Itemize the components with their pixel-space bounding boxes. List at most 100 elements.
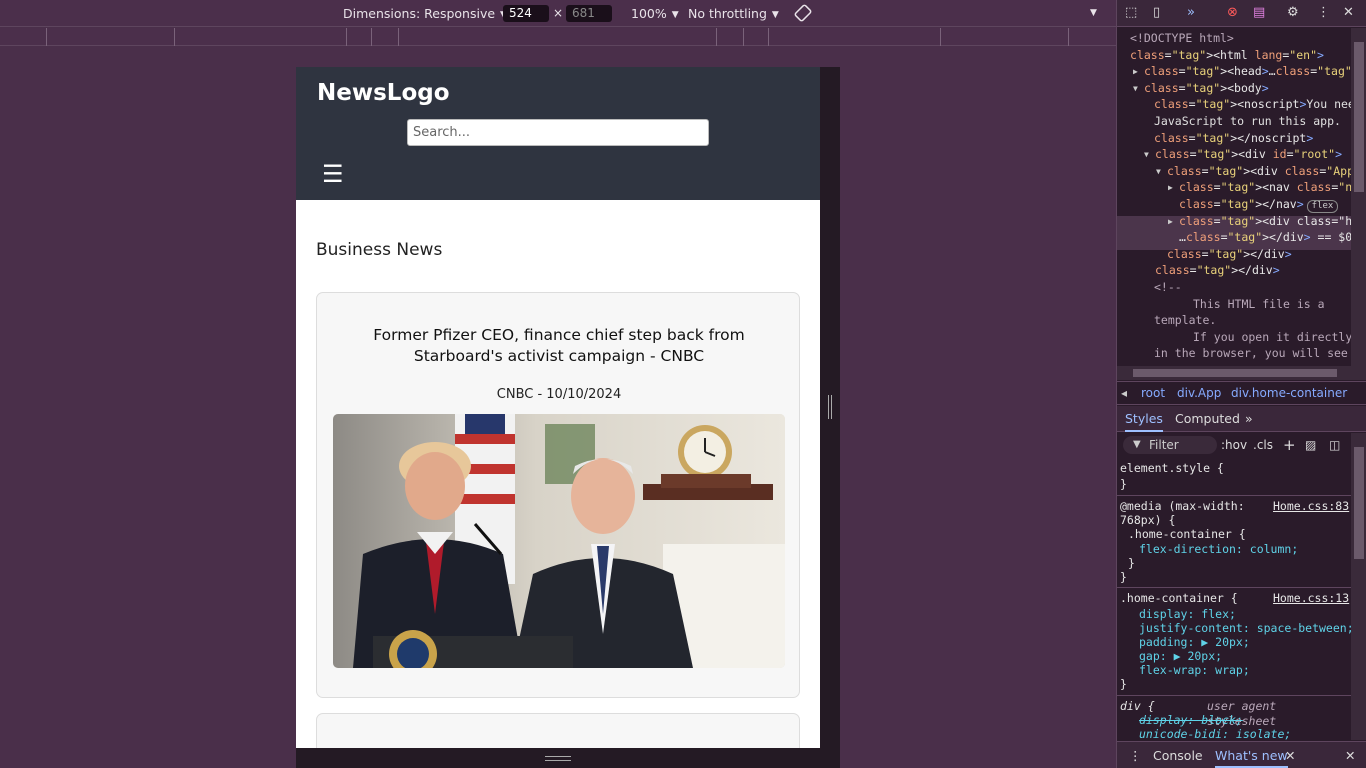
- dom-tree-line[interactable]: …class="tag"></div> == $0flex: [1179, 229, 1351, 246]
- viewport-height-resize-handle[interactable]: [296, 748, 840, 768]
- dom-tree-line[interactable]: class="tag"></noscript>: [1154, 130, 1313, 147]
- news-card[interactable]: Former Pfizer CEO, finance chief step ba…: [316, 292, 800, 698]
- breadcrumb-item[interactable]: div.App: [1177, 382, 1221, 404]
- dom-tree-line[interactable]: class="tag"></div>: [1167, 246, 1292, 263]
- css-source-link[interactable]: Home.css:13: [1273, 591, 1349, 606]
- kebab-menu-icon[interactable]: ⋮: [1129, 742, 1142, 768]
- expand-arrow-icon[interactable]: ▶: [1168, 179, 1173, 196]
- breadcrumb-back-icon[interactable]: ◂: [1121, 382, 1127, 404]
- tab-styles[interactable]: Styles: [1125, 406, 1163, 432]
- dom-tree-line[interactable]: class="tag"></div>: [1155, 262, 1280, 279]
- add-rule-icon[interactable]: +: [1283, 433, 1296, 457]
- site-logo[interactable]: NewsLogo: [317, 80, 450, 106]
- style-rule-line[interactable]: flex-wrap: wrap;: [1139, 663, 1250, 678]
- style-rule-line[interactable]: element.style {: [1120, 461, 1224, 476]
- more-tabs-icon[interactable]: »: [1187, 5, 1195, 20]
- filter-label: Filter: [1149, 438, 1179, 452]
- dom-tree-line[interactable]: in the browser, you will see a: [1154, 345, 1351, 362]
- gear-icon[interactable]: ⚙: [1287, 5, 1299, 20]
- kebab-menu-icon[interactable]: ⋮: [1317, 5, 1330, 20]
- dom-tree-line[interactable]: class="tag"><html lang="en">: [1130, 47, 1324, 64]
- dom-tree-line[interactable]: <!DOCTYPE html>: [1130, 30, 1234, 47]
- style-rule-line: display: block;: [1139, 713, 1243, 727]
- more-tabs-icon[interactable]: »: [1245, 406, 1253, 432]
- style-rule-line: }: [1120, 677, 1127, 691]
- tab-computed[interactable]: Computed: [1175, 406, 1240, 432]
- tab-console[interactable]: Console: [1153, 742, 1203, 768]
- dom-tree-line[interactable]: template.: [1154, 312, 1216, 329]
- zoom-dropdown[interactable]: 100% ▼: [631, 0, 679, 27]
- more-options-caret-icon[interactable]: ▼: [1090, 0, 1097, 27]
- expand-arrow-icon[interactable]: ▶: [1168, 213, 1173, 230]
- sidebar-toggle-icon[interactable]: ◫: [1329, 433, 1340, 457]
- expand-arrow-icon[interactable]: ▼: [1133, 80, 1138, 97]
- dom-tree-line[interactable]: ▼ class="tag"><div id="root">: [1144, 146, 1342, 163]
- breadcrumb-item[interactable]: div.home-container: [1231, 382, 1347, 404]
- breadcrumb-item[interactable]: root: [1141, 382, 1165, 404]
- dimensions-dropdown[interactable]: Dimensions: Responsive▼: [343, 0, 507, 27]
- style-rule-line: }: [1120, 477, 1127, 491]
- drawer-tabbar: ⋮ Console What's new ✕ ✕: [1117, 741, 1366, 768]
- dom-tree-line[interactable]: class="tag"><noscript>You need to enable: [1154, 96, 1351, 113]
- article-headline[interactable]: Former Pfizer CEO, finance chief step ba…: [337, 325, 781, 367]
- styles-tabbar: Styles Computed »: [1117, 406, 1366, 432]
- tab-whats-new[interactable]: What's new: [1215, 742, 1288, 768]
- styles-filter-bar: ▼ Filter :hov .cls + ▨ ◫: [1117, 433, 1366, 457]
- throttling-dropdown[interactable]: No throttling ▼: [688, 0, 779, 27]
- issues-icon[interactable]: ▤: [1253, 5, 1265, 20]
- styles-scrollbar[interactable]: [1351, 433, 1366, 740]
- search-input[interactable]: [407, 119, 709, 146]
- style-rule-line[interactable]: justify-content: space-between;: [1139, 621, 1351, 636]
- zoom-label: 100%: [631, 6, 667, 21]
- elements-scrollbar[interactable]: [1351, 28, 1366, 366]
- style-rule-line[interactable]: flex-direction: column;: [1139, 542, 1298, 557]
- css-source-link[interactable]: Home.css:83: [1273, 499, 1349, 514]
- expand-arrow-icon[interactable]: ▼: [1156, 163, 1161, 180]
- menu-icon[interactable]: ☰: [322, 160, 344, 188]
- flex-badge[interactable]: flex: [1306, 200, 1339, 213]
- media-query-ruler[interactable]: [0, 28, 1116, 46]
- error-icon[interactable]: ⊗: [1227, 5, 1238, 20]
- device-toggle-icon[interactable]: ▯: [1153, 5, 1160, 20]
- dimensions-label: Dimensions: Responsive: [343, 6, 496, 21]
- cls-toggle[interactable]: .cls: [1253, 433, 1273, 457]
- article-image[interactable]: [333, 414, 785, 668]
- dom-tree-line[interactable]: <!--: [1154, 279, 1182, 296]
- article-meta: CNBC - 10/10/2024: [496, 387, 622, 402]
- elements-tree[interactable]: <!DOCTYPE html> class="tag"><html lang="e…: [1117, 28, 1351, 366]
- dom-tree-line[interactable]: class="tag"></nav> flex: [1179, 196, 1339, 213]
- close-tab-icon[interactable]: ✕: [1285, 742, 1295, 768]
- inspect-element-icon[interactable]: ⬚: [1125, 5, 1137, 20]
- style-rule-line[interactable]: display: flex;: [1139, 607, 1236, 622]
- viewport-page: NewsLogo ☰ Business News Former Pfizer C…: [296, 67, 820, 748]
- breadcrumb: ◂ root div.App div.home-container: [1117, 381, 1366, 405]
- expand-arrow-icon[interactable]: ▼: [1144, 146, 1149, 163]
- width-input[interactable]: 524: [503, 5, 549, 22]
- news-card[interactable]: [316, 713, 800, 748]
- dom-tree-line[interactable]: If you open it directly: [1193, 329, 1351, 346]
- style-rule-line[interactable]: .home-container {: [1120, 591, 1238, 606]
- dom-tree-line[interactable]: ▶class="tag"><div class="home-container: [1168, 213, 1351, 230]
- styles-pane[interactable]: element.style { } @media (max-width: Hom…: [1117, 458, 1351, 740]
- dom-tree-line[interactable]: This HTML file is a: [1193, 296, 1325, 313]
- close-icon[interactable]: ✕: [1343, 5, 1354, 20]
- hov-toggle[interactable]: :hov: [1221, 433, 1247, 457]
- style-rule-line[interactable]: gap: ▶ 20px;: [1139, 649, 1222, 664]
- style-rule-line[interactable]: padding: ▶ 20px;: [1139, 635, 1250, 650]
- elements-h-scrollbar[interactable]: [1117, 366, 1366, 380]
- paint-icon[interactable]: ▨: [1305, 433, 1316, 457]
- expand-arrow-icon[interactable]: ▶: [1133, 63, 1138, 80]
- viewport-width-resize-handle[interactable]: [820, 67, 840, 748]
- times-sign: ×: [553, 6, 564, 20]
- dom-tree-line[interactable]: ▼class="tag"><div class="App">: [1156, 163, 1351, 180]
- dom-tree-line[interactable]: ▶class="tag"><head>…class="tag"></head>: [1133, 63, 1351, 80]
- dom-tree-line[interactable]: ▼ class="tag"><body>: [1133, 80, 1269, 97]
- style-rule-line: @media (max-width:: [1120, 499, 1245, 513]
- dom-tree-line[interactable]: ▶class="tag"><nav class="navbar">…: [1168, 179, 1351, 196]
- close-drawer-icon[interactable]: ✕: [1345, 742, 1355, 768]
- devtools-toolbar: ⬚ ▯ » ⊗ ▤ ⚙ ⋮ ✕: [1117, 0, 1366, 27]
- dom-tree-line[interactable]: JavaScript to run this app.: [1154, 113, 1341, 130]
- height-input[interactable]: 681: [566, 5, 612, 22]
- styles-filter-input[interactable]: ▼ Filter: [1123, 436, 1217, 454]
- rotate-icon[interactable]: [794, 0, 812, 27]
